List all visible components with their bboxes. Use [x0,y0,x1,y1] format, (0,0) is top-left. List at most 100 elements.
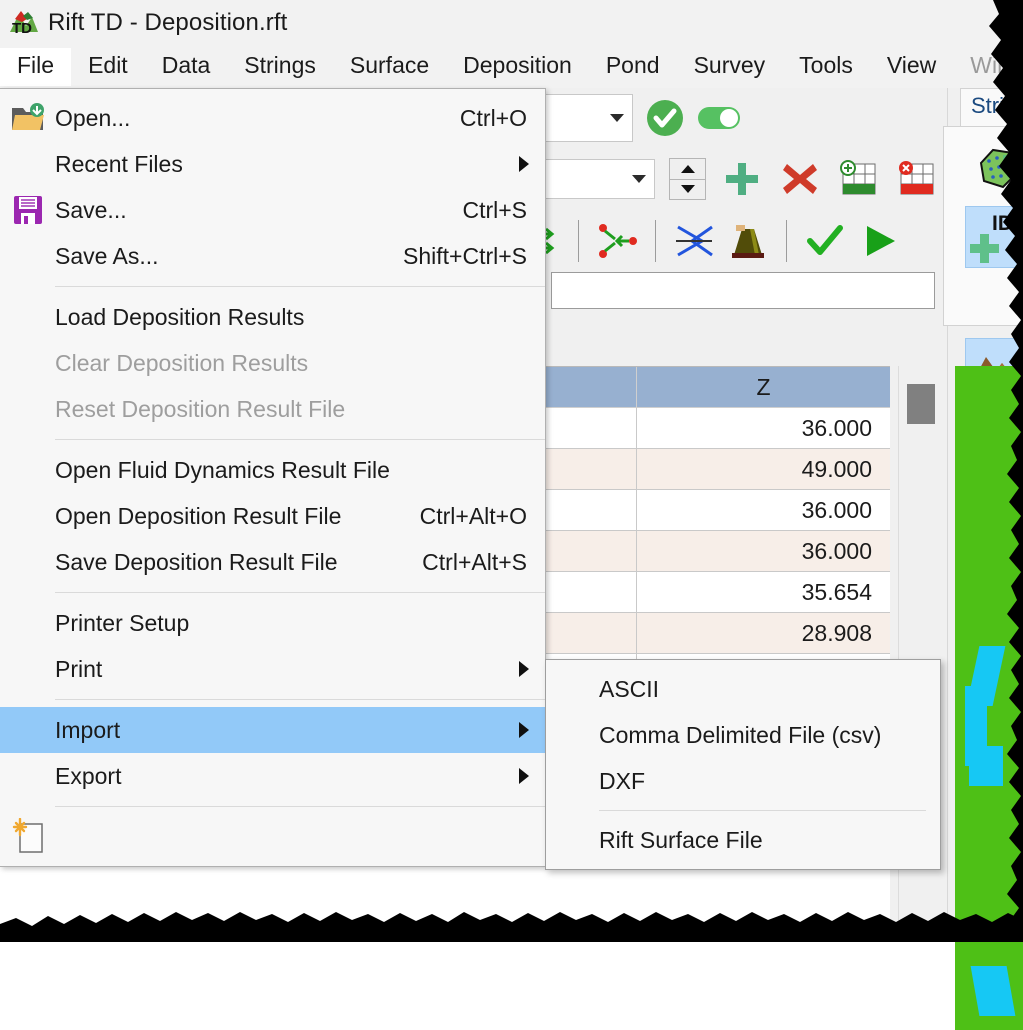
menubar-item-data[interactable]: Data [145,48,228,86]
toolbar-separator [786,220,787,262]
menu-item-open-deposition-result-file[interactable]: Open Deposition Result File Ctrl+Alt+O [0,493,545,539]
menu-item-label: Printer Setup [55,609,190,636]
import-submenu-popup[interactable]: ASCII Comma Delimited File (csv) DXF Rif… [545,659,941,870]
title-bar: TD Rift TD - Deposition.rft [0,0,1023,45]
menu-item-print[interactable]: Print [0,646,545,692]
open-folder-icon [8,99,48,137]
rift-td-app-icon: TD [6,8,40,38]
menubar-item-view[interactable]: View [870,48,953,86]
vertical-scroll-thumb[interactable] [907,384,935,424]
menubar-item-pond[interactable]: Pond [589,48,677,86]
menu-item-accelerator: Ctrl+O [459,104,527,131]
apply-check-icon[interactable] [803,219,847,263]
tab-strings[interactable]: Stri [960,88,1023,126]
quantity-stepper[interactable] [669,158,706,200]
menu-item-import[interactable]: Import [0,707,545,753]
submenu-arrow-icon [519,661,529,677]
menu-item-label: Reset Deposition Result File [55,395,346,422]
menu-separator [55,806,545,807]
menu-item-reset-deposition-result-file: Reset Deposition Result File [0,386,545,432]
spinner-down-arrow[interactable] [670,180,705,200]
menu-item-label: Load Deposition Results [55,303,305,330]
submenu-item-comma-delimited-csv[interactable]: Comma Delimited File (csv) [546,712,940,758]
menu-item-save-as[interactable]: Save As... Shift+Ctrl+S [0,233,545,279]
cell-z[interactable]: 49.000 [636,448,890,490]
menubar-item-tools[interactable]: Tools [782,48,870,86]
window-title: Rift TD - Deposition.rft [48,8,288,36]
submenu-item-rift-surface-file[interactable]: Rift Surface File [546,817,940,863]
run-play-icon[interactable] [857,219,901,263]
submenu-separator [599,810,926,811]
svg-text:ID: ID [992,212,1013,235]
column-header-z[interactable]: Z [636,367,890,408]
split-string-icon[interactable] [595,219,639,263]
file-menu-popup[interactable]: Open... Ctrl+O Recent Files Save... Ctrl… [0,88,546,867]
toolbar-text-field[interactable] [551,272,935,309]
cell-z[interactable]: 36.000 [636,489,890,531]
menubar-item-edit[interactable]: Edit [71,48,145,86]
menu-item-recent-files[interactable]: Recent Files [0,141,545,187]
menu-item-label: Open... [55,104,131,131]
svg-text:TD: TD [12,20,32,37]
menu-item-label: Open Fluid Dynamics Result File [55,456,390,483]
menubar-item-survey[interactable]: Survey [677,48,783,86]
cell-z[interactable]: 35.654 [636,571,890,613]
green-toggle-on-icon[interactable] [697,96,741,140]
submenu-item-dxf[interactable]: DXF [546,758,940,804]
spinner-up-arrow[interactable] [670,159,705,179]
cell-z[interactable]: 36.000 [636,407,890,449]
delete-row-icon[interactable] [894,157,938,201]
menu-separator [55,439,545,440]
menu-separator [55,592,545,593]
chevron-down-icon [610,114,624,122]
menu-item-load-deposition-results[interactable]: Load Deposition Results [0,294,545,340]
toolbar-row-1 [545,88,741,148]
menubar-item-file[interactable]: File [0,47,72,86]
menu-item-export[interactable]: Export [0,753,545,799]
menu-item-save[interactable]: Save... Ctrl+S [0,187,545,233]
water-feature [969,746,1003,786]
menu-item-label: Save As... [55,242,159,269]
delete-cross-icon[interactable] [778,157,822,201]
menu-separator [55,699,545,700]
terrain-3d-viewport[interactable] [955,366,1023,1030]
water-feature [970,966,1016,1016]
menu-item-label: Import [55,716,121,743]
menu-item-clear-deposition-results: Clear Deposition Results [0,340,545,386]
menu-item-open-fluid-dynamics-result-file[interactable]: Open Fluid Dynamics Result File [0,447,545,493]
submenu-arrow-icon [519,156,529,172]
menu-item-printer-setup[interactable]: Printer Setup [0,600,545,646]
new-document-icon [8,818,48,856]
cell-z[interactable]: 28.908 [636,612,890,654]
menu-item-accelerator: Ctrl+Alt+O [419,502,527,529]
toolbar-row-2 [545,148,938,210]
green-check-circle-icon[interactable] [643,96,687,140]
toolbar-combo-2[interactable] [545,159,655,199]
intersect-icon[interactable] [672,219,716,263]
toolbar-separator [578,220,579,262]
menu-item-label: Clear Deposition Results [55,349,309,376]
menu-item-open[interactable]: Open... Ctrl+O [0,95,545,141]
insert-row-icon[interactable] [836,157,880,201]
menubar-item-surface[interactable]: Surface [333,48,446,86]
menu-item-new-project[interactable] [0,814,545,860]
add-plus-icon[interactable] [720,157,764,201]
menu-item-label: Print [55,655,103,682]
menu-bar: File Edit Data Strings Surface Depositio… [0,45,1023,88]
menu-item-accelerator: Shift+Ctrl+S [403,242,527,269]
cell-z[interactable]: 36.000 [636,530,890,572]
add-polygon-icon[interactable] [973,142,1023,196]
application-window: TD Rift TD - Deposition.rft File Edit Da… [0,0,1023,1030]
toolbar-combo-1[interactable] [545,94,633,142]
menubar-item-strings[interactable]: Strings [227,48,333,86]
add-id-button[interactable]: ID [965,206,1023,268]
menu-item-label: Save Deposition Result File [55,548,338,575]
submenu-arrow-icon [519,722,529,738]
menu-item-label: Open Deposition Result File [55,502,342,529]
toolbar-separator [655,220,656,262]
menubar-item-deposition[interactable]: Deposition [446,48,589,86]
submenu-item-ascii[interactable]: ASCII [546,666,940,712]
embankment-icon[interactable] [726,219,770,263]
menu-item-save-deposition-result-file[interactable]: Save Deposition Result File Ctrl+Alt+S [0,539,545,585]
menu-item-accelerator: Ctrl+S [462,196,527,223]
